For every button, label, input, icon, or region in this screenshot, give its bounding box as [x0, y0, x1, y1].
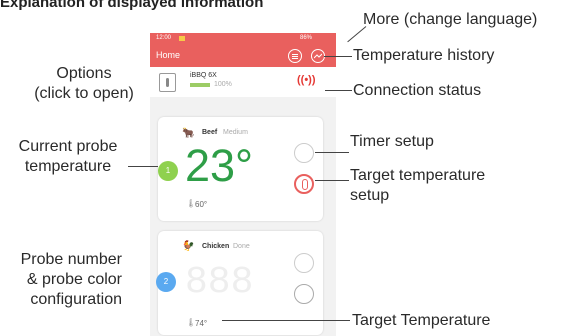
phone-screen: 12:00 86% Home iBBQ 6X 100% ((•)) 🐂 Beef…: [150, 33, 336, 336]
more-icon[interactable]: [288, 49, 302, 63]
callout-options-1: Options: [56, 65, 112, 82]
probe-1-name: Beef: [202, 129, 218, 136]
probe-2-state: Done: [233, 243, 250, 250]
probe-1-state: Medium: [223, 129, 248, 136]
probe-2-temperature: 888: [185, 261, 254, 304]
connection-status-icon: ((•)): [297, 74, 316, 86]
probe-2-target: 74°: [195, 319, 208, 328]
probe-1-number[interactable]: 1: [158, 161, 178, 181]
callout-connection: Connection status: [353, 82, 482, 99]
callout-current-2: temperature: [24, 158, 112, 175]
callout-current-1: Current probe: [18, 138, 118, 155]
device-row: iBBQ 6X 100% ((•)): [150, 67, 336, 97]
chicken-icon: 🐓: [182, 241, 195, 252]
battery-level: 100%: [214, 81, 232, 88]
callout-target-temp: Target Temperature: [352, 312, 491, 329]
probe-1-target: 60°: [195, 200, 208, 209]
callout-probe-num-2: & probe color: [26, 271, 122, 288]
probe-2-timer-icon[interactable]: [294, 253, 314, 273]
app-bar: Home: [150, 45, 336, 67]
callout-timer: Timer setup: [350, 133, 434, 150]
device-name: iBBQ 6X: [190, 72, 217, 79]
notification-icon: [179, 36, 185, 41]
callout-target-setup-2: setup: [350, 187, 390, 204]
callout-options-2: (click to open): [34, 85, 134, 102]
callout-probe-num-3: configuration: [30, 291, 122, 308]
timer-icon[interactable]: [294, 143, 314, 163]
cow-icon: 🐂: [182, 128, 195, 139]
probe-1-temperature: 23°: [185, 140, 254, 191]
page-heading: Explanation of displayed information: [0, 0, 264, 11]
callout-history: Temperature history: [353, 47, 495, 64]
options-button[interactable]: [159, 73, 176, 92]
status-battery: 86%: [300, 35, 313, 41]
probe-2-name: Chicken: [202, 243, 230, 250]
probe-2-target-setup-icon[interactable]: [294, 284, 314, 304]
status-bar: 12:00 86%: [150, 33, 336, 45]
callout-more: More (change language): [363, 11, 538, 28]
history-icon[interactable]: [311, 49, 325, 63]
battery-icon: [190, 83, 210, 87]
probe-card-1[interactable]: 🐂 Beef Medium 23° 🌡 60°: [158, 117, 323, 221]
callout-probe-num-1: Probe number: [20, 251, 122, 268]
callout-target-setup-1: Target temperature: [350, 167, 486, 184]
app-title: Home: [156, 50, 181, 60]
status-time: 12:00: [156, 35, 172, 41]
probe-2-number[interactable]: 2: [156, 272, 176, 292]
target-setup-icon[interactable]: [294, 174, 314, 194]
thermometer-icon: [166, 78, 169, 87]
